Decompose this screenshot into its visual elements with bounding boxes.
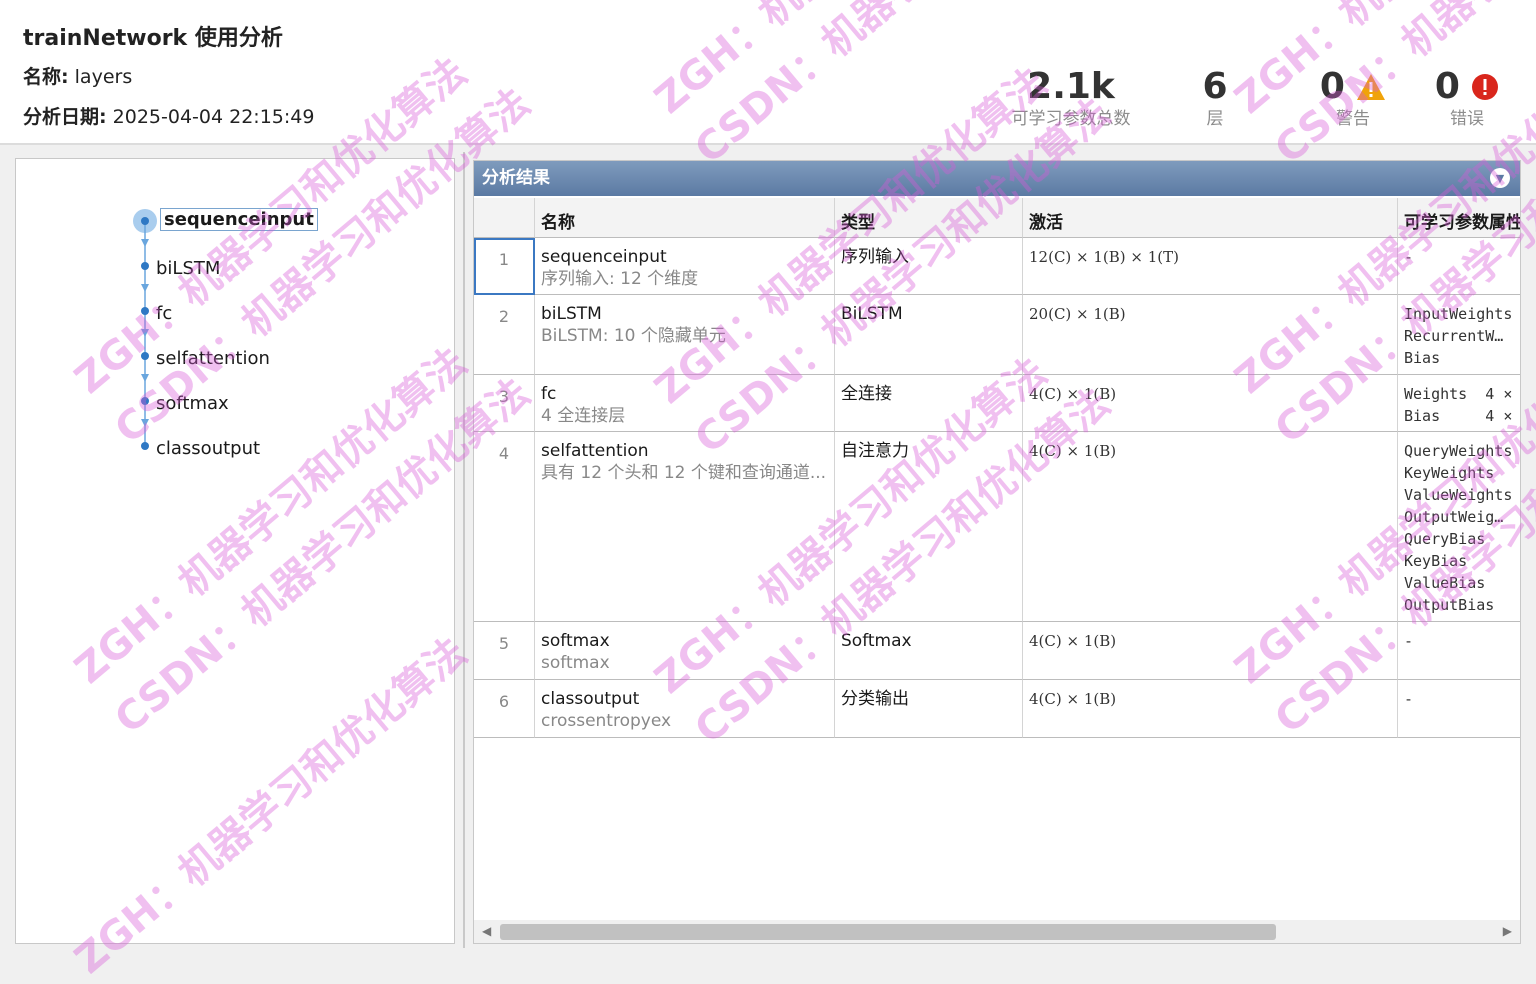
network-graph (133, 209, 157, 450)
layer-type: 全连接 (835, 375, 1023, 432)
graph-node-classoutput[interactable]: classoutput (156, 438, 260, 459)
row-index[interactable]: 1 (474, 238, 535, 295)
column-header-type[interactable]: 类型 (835, 198, 1023, 238)
network-name-value: layers (74, 66, 133, 88)
row-index[interactable]: 4 (474, 432, 535, 622)
scroll-right-icon[interactable]: ▶ (1503, 924, 1512, 938)
column-header-learnables[interactable]: 可学习参数属性 (1398, 198, 1520, 238)
row-index[interactable]: 3 (474, 375, 535, 432)
layer-type: BiLSTM (835, 295, 1023, 375)
arrow-down-icon (141, 284, 149, 292)
analysis-header: trainNetwork 使用分析 名称: layers 分析日期: 2025-… (0, 0, 1536, 143)
layer-description: BiLSTM: 10 个隐藏单元 (541, 326, 726, 346)
row-index[interactable]: 5 (474, 622, 535, 680)
metric-errors: 0 错误 (1432, 66, 1502, 129)
metric-learnables-label: 可学习参数总数 (1011, 109, 1131, 129)
graph-node-dot[interactable] (141, 307, 149, 315)
row-index[interactable]: 6 (474, 680, 535, 738)
layer-learnables: - (1398, 238, 1520, 295)
layer-type: 分类输出 (835, 680, 1023, 738)
layer-name: softmax (541, 631, 610, 651)
arrow-down-icon (141, 329, 149, 337)
layer-type: 序列输入 (835, 238, 1023, 295)
row-index[interactable]: 2 (474, 295, 535, 375)
chevron-down-icon[interactable]: ▼ (1490, 168, 1510, 188)
analysis-date-label: 分析日期: (23, 106, 107, 128)
arrow-down-icon (141, 419, 149, 427)
column-header-activations[interactable]: 激活 (1023, 198, 1398, 238)
metric-learnables-value: 2.1k (1027, 66, 1115, 107)
graph-node-fc[interactable]: fc (156, 303, 172, 324)
graph-node-dot[interactable] (141, 352, 149, 360)
layer-name: classoutput (541, 689, 640, 709)
graph-node-dot[interactable] (141, 397, 149, 405)
analysis-date-row: 分析日期: 2025-04-04 22:15:49 (23, 102, 314, 129)
table-row-name-cell[interactable]: softmax softmax (535, 622, 835, 680)
arrow-down-icon (141, 239, 149, 247)
results-panel-header: 分析结果 ▼ (474, 161, 1520, 196)
network-name-row: 名称: layers (23, 62, 132, 89)
metric-learnables: 2.1k 可学习参数总数 (1005, 66, 1137, 129)
graph-node-dot[interactable] (141, 262, 149, 270)
layer-description: 具有 12 个头和 12 个键和查询通道... (541, 463, 827, 483)
layer-type: Softmax (835, 622, 1023, 680)
table-row-name-cell[interactable]: sequenceinput 序列输入: 12 个维度 (535, 238, 835, 295)
arrow-down-icon (141, 374, 149, 382)
layer-description: 4 全连接层 (541, 406, 626, 426)
horizontal-scrollbar[interactable]: ◀ ▶ (474, 920, 1520, 943)
metric-errors-value: 0 (1434, 66, 1460, 107)
column-header-name[interactable]: 名称 (535, 198, 835, 238)
table-row-name-cell[interactable]: selfattention 具有 12 个头和 12 个键和查询通道... (535, 432, 835, 622)
analysis-date-value: 2025-04-04 22:15:49 (112, 106, 315, 128)
warning-triangle-icon (1357, 74, 1386, 100)
layer-activation: 20(C) × 1(B) (1023, 295, 1398, 375)
metric-warnings-value: 0 (1319, 66, 1345, 107)
table-row-name-cell[interactable]: fc 4 全连接层 (535, 375, 835, 432)
graph-node-dot[interactable] (141, 217, 149, 225)
error-circle-icon (1472, 74, 1499, 100)
graph-node-sequenceinput[interactable]: sequenceinput (160, 208, 318, 231)
metric-layers-label: 层 (1206, 109, 1224, 129)
header-divider (0, 143, 1536, 145)
scroll-left-icon[interactable]: ◀ (482, 924, 491, 938)
layer-name: biLSTM (541, 304, 602, 324)
metric-layers: 6 层 (1190, 66, 1240, 129)
results-panel-title: 分析结果 (482, 168, 550, 188)
network-graph-panel[interactable]: sequenceinput biLSTM fc selfattention so… (15, 158, 455, 944)
layer-type: 自注意力 (835, 432, 1023, 622)
column-header-index[interactable] (474, 198, 535, 238)
layer-description: softmax (541, 653, 610, 673)
layer-activation: 12(C) × 1(B) × 1(T) (1023, 238, 1398, 295)
metric-layers-value: 6 (1202, 66, 1228, 107)
layer-learnables: - (1398, 622, 1520, 680)
metric-warnings: 0 警告 (1316, 66, 1390, 129)
network-name-label: 名称: (23, 66, 69, 88)
graph-node-dot[interactable] (141, 442, 149, 450)
page-title: trainNetwork 使用分析 (23, 26, 283, 51)
scrollbar-thumb[interactable] (500, 924, 1276, 940)
table-row-name-cell[interactable]: classoutput crossentropyex (535, 680, 835, 738)
layer-learnables: InputWeights RecurrentW… Bias (1398, 295, 1520, 375)
graph-node-softmax[interactable]: softmax (156, 393, 229, 414)
table-row-name-cell[interactable]: biLSTM BiLSTM: 10 个隐藏单元 (535, 295, 835, 375)
layer-activation: 4(C) × 1(B) (1023, 680, 1398, 738)
layer-activation: 4(C) × 1(B) (1023, 622, 1398, 680)
layer-description: crossentropyex (541, 711, 672, 731)
graph-node-bilstm[interactable]: biLSTM (156, 258, 220, 279)
layer-name: selfattention (541, 441, 649, 461)
layer-learnables: QueryWeights KeyWeights ValueWeights Out… (1398, 432, 1520, 622)
panel-splitter[interactable] (463, 152, 465, 948)
analysis-results-panel: 分析结果 ▼ 名称 类型 激活 可学习参数属性 1 sequenceinput … (473, 160, 1521, 944)
layer-description: 序列输入: 12 个维度 (541, 269, 699, 289)
layer-learnables: - (1398, 680, 1520, 738)
layer-learnables: Weights 4 × Bias 4 × (1398, 375, 1520, 432)
layer-name: sequenceinput (541, 247, 667, 267)
graph-node-selfattention[interactable]: selfattention (156, 348, 270, 369)
layer-name: fc (541, 384, 557, 404)
layer-activation: 4(C) × 1(B) (1023, 432, 1398, 622)
layer-activation: 4(C) × 1(B) (1023, 375, 1398, 432)
